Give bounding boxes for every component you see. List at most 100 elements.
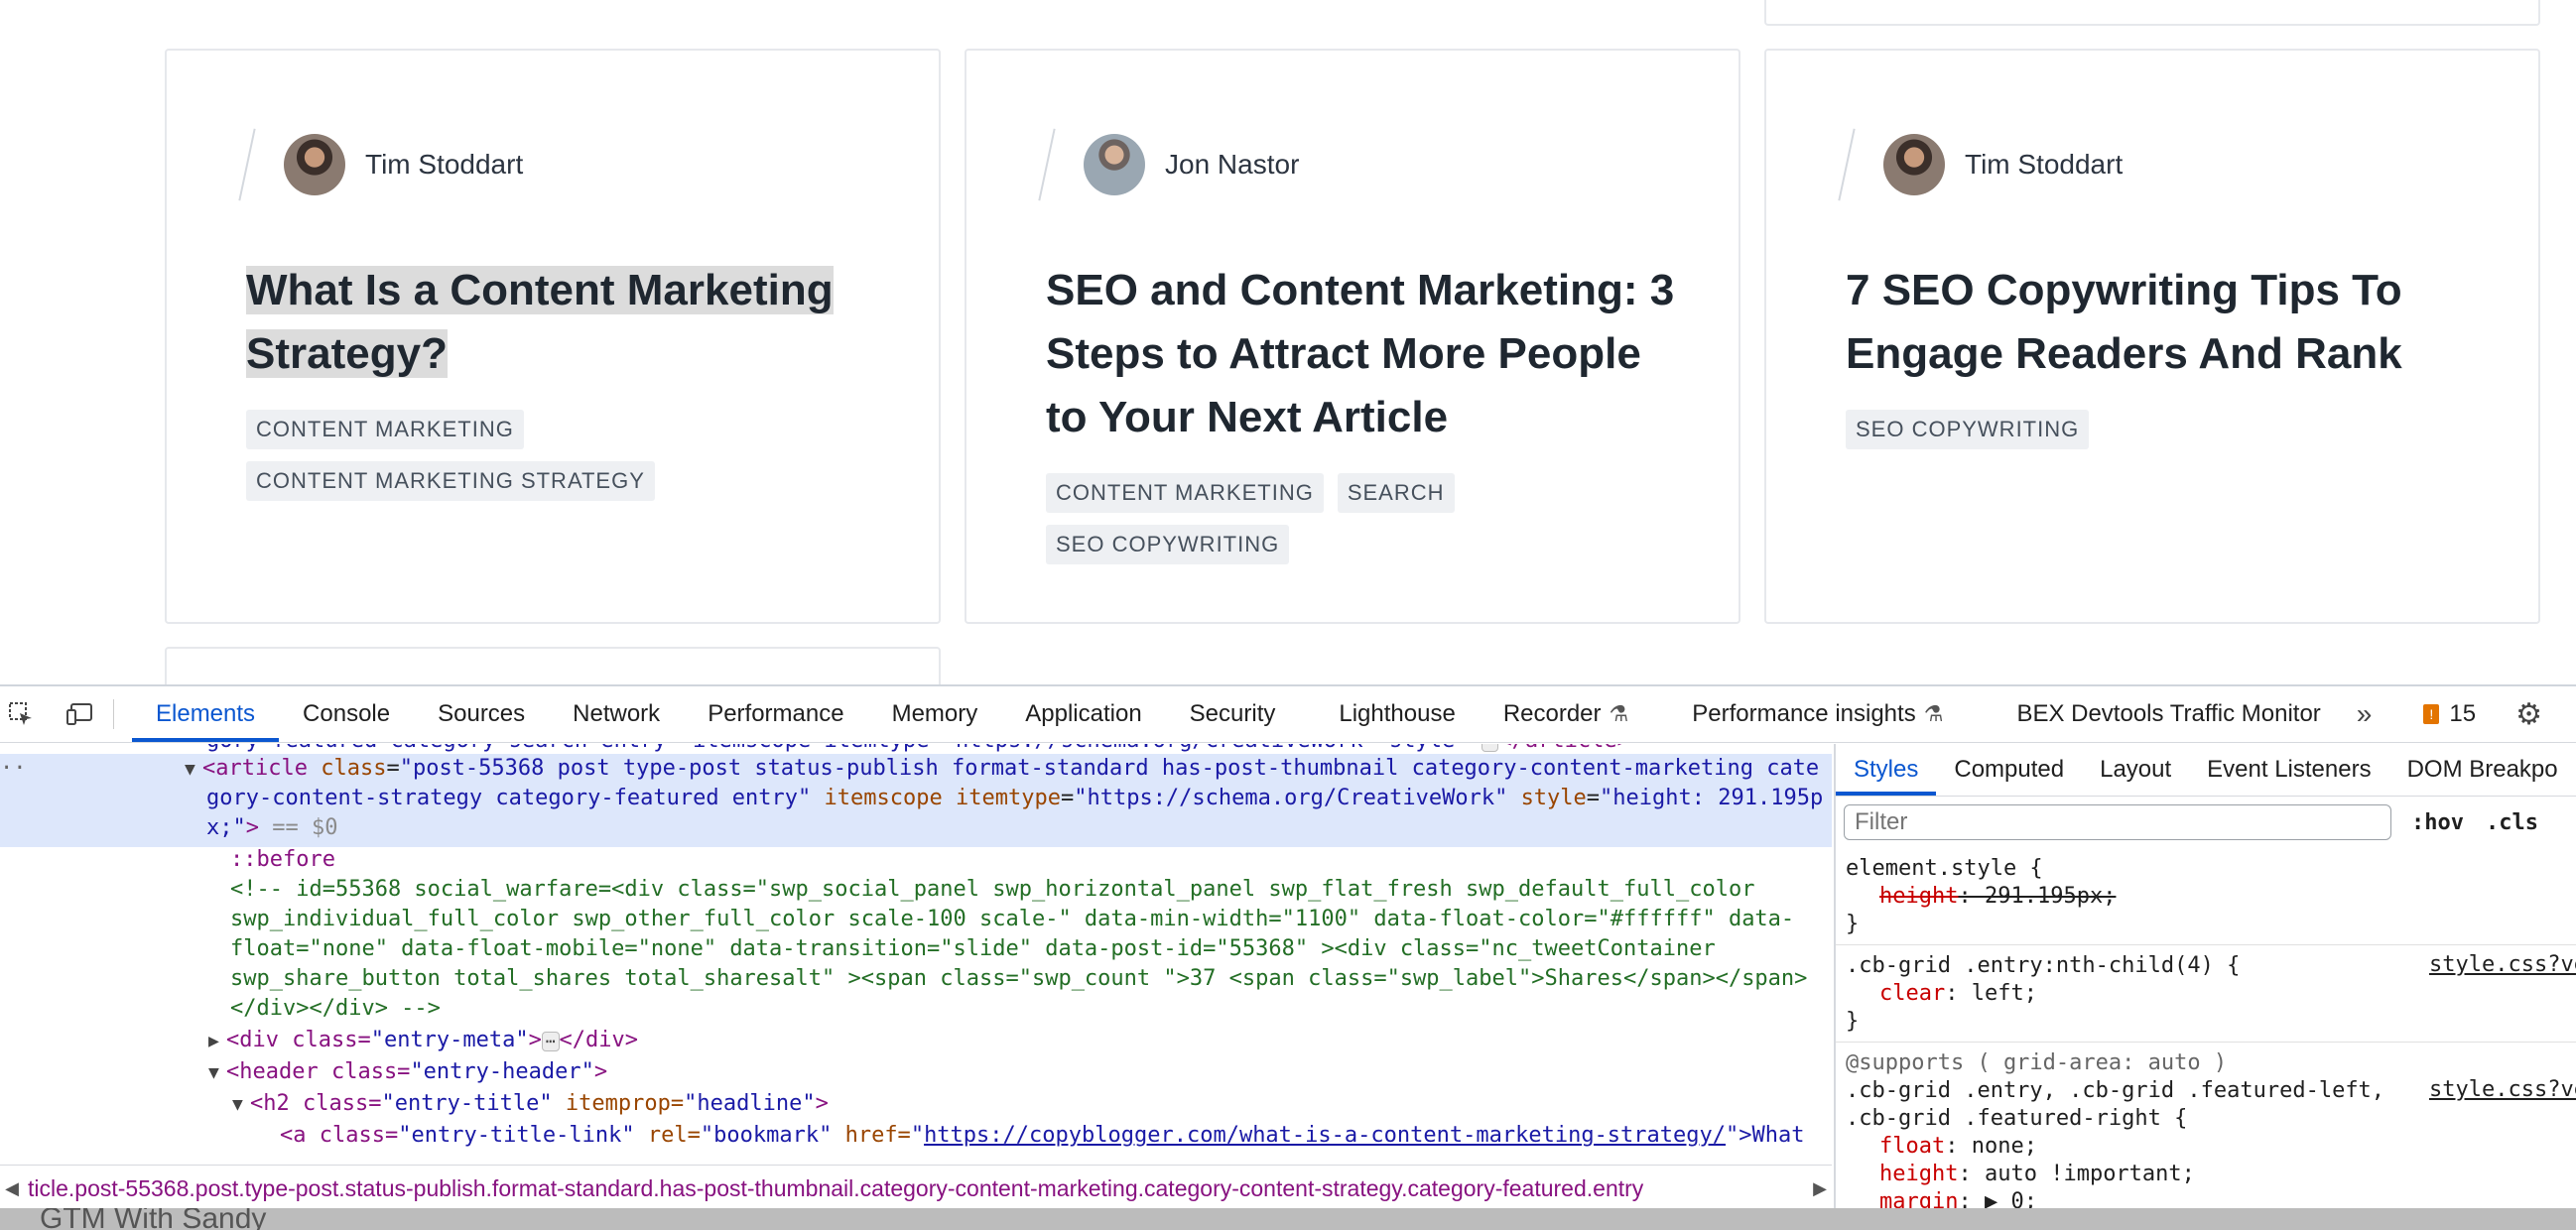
styles-filter-input[interactable] <box>1844 804 2391 840</box>
tab-event-listeners[interactable]: Event Listeners <box>2189 744 2388 796</box>
breadcrumb-scroll-left-icon[interactable]: ◀ <box>0 1178 24 1199</box>
element-style-selector[interactable]: element.style { <box>1846 855 2043 883</box>
tab-performance-insights[interactable]: Performance insights ⚗ <box>1652 686 1967 742</box>
inspect-element-icon[interactable] <box>6 699 36 729</box>
dom-node-article-line3[interactable]: x;"> == $0 <box>206 813 337 843</box>
rule-close-brace: } <box>1846 1009 1860 1034</box>
dom-comment[interactable]: </div></div> --> <box>230 994 441 1024</box>
dom-comment[interactable]: swp_individual_full_color swp_other_full… <box>230 905 1794 934</box>
tab-elements[interactable]: Elements <box>132 686 280 742</box>
avatar <box>284 134 345 195</box>
tab-lighthouse[interactable]: Lighthouse <box>1299 686 1479 742</box>
avatar <box>1883 134 1945 195</box>
breadcrumb-scroll-right-icon[interactable]: ▶ <box>1808 1178 1832 1199</box>
collapsed-ellipsis[interactable]: ⋯ <box>1481 744 1499 752</box>
tab-network[interactable]: Network <box>549 686 684 742</box>
card-next-row <box>165 647 941 684</box>
style-declaration[interactable]: margin: ▶ 0; <box>1879 1188 2037 1210</box>
tab-dom-breakpoints[interactable]: DOM Breakpo <box>2389 744 2576 796</box>
rule-separator <box>1836 1042 2576 1043</box>
tab-computed[interactable]: Computed <box>1936 744 2082 796</box>
dom-comment[interactable]: swp_share_button total_shares total_shar… <box>230 964 1807 994</box>
dom-node-article[interactable]: ·· <box>0 754 186 784</box>
tag[interactable]: SEO COPYWRITING <box>1846 410 2090 449</box>
styles-sidebar: Styles Computed Layout Event Listeners D… <box>1834 744 2576 1210</box>
stylesheet-link[interactable]: style.css?ve <box>2429 952 2576 977</box>
author-name[interactable]: Jon Nastor <box>1165 149 1299 181</box>
tab-bex-traffic-monitor[interactable]: BEX Devtools Traffic Monitor <box>1967 686 2344 742</box>
styles-filter-row: :hov .cls <box>1836 797 2576 848</box>
tag[interactable]: SEO COPYWRITING <box>1046 525 1290 564</box>
dom-node-article-line1[interactable]: ▼ <article class="post-55368 post type-po… <box>185 754 1819 785</box>
expand-triangle-icon[interactable]: ▼ <box>185 755 202 785</box>
rule-selector[interactable]: .cb-grid .featured-right { <box>1846 1105 2187 1133</box>
expand-triangle-icon[interactable]: ▼ <box>208 1058 226 1088</box>
cls-toggle[interactable]: .cls <box>2486 810 2538 835</box>
issues-counter[interactable]: ! 15 <box>2423 700 2476 728</box>
tag-list: SEO COPYWRITING <box>1846 410 2481 449</box>
divider-slash <box>1838 128 1856 201</box>
element-style-declaration[interactable]: height: 291.195px; <box>1879 883 2116 911</box>
tag[interactable]: CONTENT MARKETING <box>1046 473 1324 513</box>
rule-close-brace: } <box>1846 912 1860 936</box>
style-declaration[interactable]: clear: left; <box>1879 980 2037 1008</box>
post-card[interactable]: Tim Stoddart 7 SEO Copywriting Tips To E… <box>1764 49 2540 624</box>
author-name[interactable]: Tim Stoddart <box>365 149 523 181</box>
tab-styles[interactable]: Styles <box>1836 744 1937 796</box>
rule-selector[interactable]: .cb-grid .entry:nth-child(4) { <box>1846 952 2240 980</box>
dom-breadcrumb-bar: ◀ ticle.post-55368.post.type-post.status… <box>0 1165 1832 1211</box>
tab-sources[interactable]: Sources <box>414 686 549 742</box>
post-card[interactable]: Tim Stoddart What Is a Content Marketing… <box>165 49 941 624</box>
post-title-link[interactable]: What Is a Content Marketing Strategy? <box>246 266 834 378</box>
collapsed-ellipsis[interactable]: ⋯ <box>541 1032 560 1051</box>
dom-node-entry-meta[interactable]: ▶ <div class="entry-meta"> ⋯ </div> <box>208 1026 638 1056</box>
dom-node-header[interactable]: ▼ <header class="entry-header"> <box>208 1057 607 1088</box>
dom-comment[interactable]: float="none" data-float-mobile="none" da… <box>230 934 1716 964</box>
dom-node-before[interactable]: ::before <box>230 845 335 875</box>
background-window-strip: GTM With Sandy <box>0 1208 2576 1230</box>
post-title-link[interactable]: SEO and Content Marketing: 3 Steps to At… <box>1046 266 1674 441</box>
tab-recorder[interactable]: Recorder ⚗ <box>1480 686 1652 742</box>
author-meta: Jon Nastor <box>1038 128 1299 201</box>
toolbar-separator <box>113 699 114 729</box>
tag[interactable]: SEARCH <box>1337 473 1455 513</box>
dom-comment[interactable]: <!-- id=55368 social_warfare=<div class=… <box>230 875 1754 905</box>
styles-tabbar: Styles Computed Layout Event Listeners D… <box>1836 744 2576 797</box>
elements-dom-tree[interactable]: gory-featured category-search entry" ite… <box>0 744 1832 1157</box>
post-title[interactable]: SEO and Content Marketing: 3 Steps to At… <box>1046 259 1681 449</box>
tag[interactable]: CONTENT MARKETING STRATEGY <box>246 461 655 501</box>
more-tabs-button[interactable]: » <box>2345 698 2384 730</box>
hov-toggle[interactable]: :hov <box>2411 810 2464 835</box>
settings-gear-icon[interactable]: ⚙ <box>2515 697 2542 732</box>
style-declaration[interactable]: float: none; <box>1879 1133 2037 1161</box>
dom-node-article-line2[interactable]: gory-content-strategy category-featured … <box>206 784 1823 813</box>
tag-list: CONTENT MARKETING SEARCH SEO COPYWRITING <box>1046 473 1463 564</box>
background-window-title: GTM With Sandy <box>40 1208 267 1230</box>
tag[interactable]: CONTENT MARKETING <box>246 410 524 449</box>
dom-node-h2[interactable]: ▼ <h2 class="entry-title" itemprop="headl… <box>232 1089 829 1120</box>
tab-recorder-label: Recorder <box>1502 700 1602 727</box>
tab-security[interactable]: Security <box>1166 686 1300 742</box>
post-card[interactable]: Jon Nastor SEO and Content Marketing: 3 … <box>965 49 1740 624</box>
tag-list: CONTENT MARKETING CONTENT MARKETING STRA… <box>246 410 683 501</box>
dom-node-a[interactable]: <a class="entry-title-link" rel="bookmar… <box>280 1121 1805 1151</box>
post-title-link[interactable]: 7 SEO Copywriting Tips To Engage Readers… <box>1846 266 2402 378</box>
device-toolbar-icon[interactable] <box>65 699 95 729</box>
href-link[interactable]: https://copyblogger.com/what-is-a-conten… <box>924 1123 1726 1148</box>
post-title[interactable]: What Is a Content Marketing Strategy? <box>246 259 881 386</box>
expand-triangle-icon[interactable]: ▼ <box>232 1090 250 1120</box>
expand-triangle-icon[interactable]: ▶ <box>208 1027 226 1056</box>
tab-performance[interactable]: Performance <box>684 686 867 742</box>
rule-selector[interactable]: .cb-grid .entry, .cb-grid .featured-left… <box>1846 1077 2384 1105</box>
rule-separator <box>1836 944 2576 945</box>
tab-layout[interactable]: Layout <box>2082 744 2189 796</box>
post-title[interactable]: 7 SEO Copywriting Tips To Engage Readers… <box>1846 259 2481 386</box>
style-declaration[interactable]: height: auto !important; <box>1879 1161 2195 1188</box>
breadcrumb[interactable]: ticle.post-55368.post.type-post.status-p… <box>24 1175 1808 1202</box>
author-name[interactable]: Tim Stoddart <box>1965 149 2123 181</box>
stylesheet-link[interactable]: style.css?ve <box>2429 1077 2576 1102</box>
tab-console[interactable]: Console <box>279 686 414 742</box>
tab-application[interactable]: Application <box>1001 686 1165 742</box>
expand-triangle-icon[interactable]: ▶ <box>1985 1189 2011 1210</box>
tab-memory[interactable]: Memory <box>868 686 1002 742</box>
